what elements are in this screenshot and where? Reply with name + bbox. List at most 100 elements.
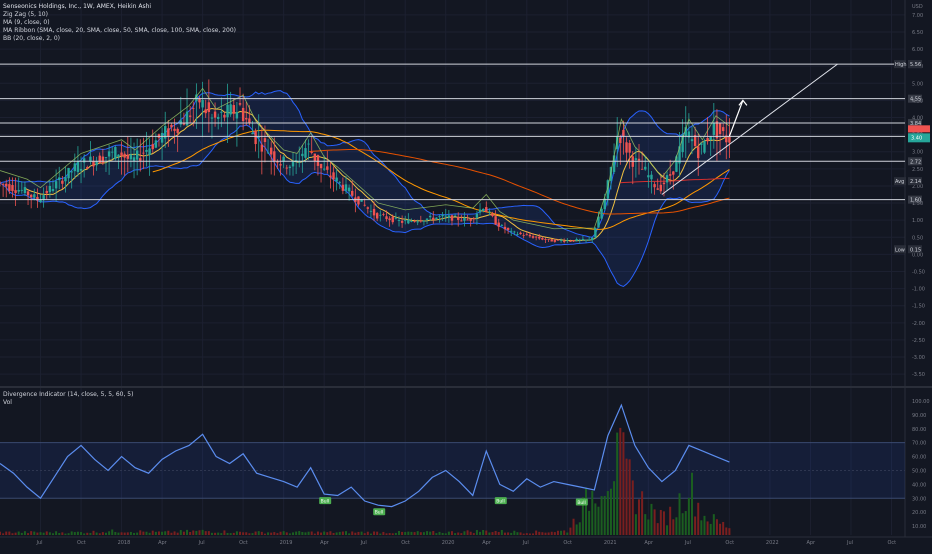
volume-bar-89 [276, 533, 279, 535]
candle-body-225 [700, 143, 703, 145]
volume-bar-42 [129, 531, 132, 535]
indicator-ma-ribbon[interactable]: MA Ribbon (SMA, close, 20, SMA, close, 5… [3, 27, 236, 35]
candle-body-25 [76, 161, 80, 173]
indicator-zigzag[interactable]: Zig Zag (5, 10) [3, 11, 236, 19]
candle-body-36 [111, 151, 114, 153]
price-tick-6: 4.00 [912, 116, 923, 122]
volume-bar-53 [164, 531, 167, 535]
candle-body-73 [226, 104, 229, 118]
candle-body-190 [591, 237, 594, 241]
candle-body-118 [366, 207, 370, 209]
candle-body-35 [107, 151, 111, 157]
volume-bar-144 [447, 531, 450, 535]
candle-body-84 [260, 144, 264, 152]
volume-bar-116 [360, 531, 363, 535]
candle-body-47 [145, 149, 148, 152]
volume-bar-143 [444, 533, 447, 535]
candle-body-138 [428, 215, 432, 218]
candle-body-134 [416, 221, 419, 223]
candle-body-184 [572, 240, 575, 242]
volume-bar-34 [104, 532, 107, 535]
volume-bar-104 [323, 531, 326, 535]
candle-body-169 [525, 234, 528, 236]
volume-bar-230 [715, 519, 718, 535]
volume-bar-138 [429, 531, 432, 535]
candle-body-182 [566, 240, 569, 242]
chart-canvas[interactable]: 5.564.553.843.452.721.607.006.506.005.50… [0, 0, 932, 550]
volume-bar-207 [644, 514, 647, 535]
volume-bar-162 [503, 532, 506, 535]
time-tick-5: Oct [239, 540, 248, 546]
time-tick-16: Jul [684, 540, 691, 546]
volume-bar-167 [519, 532, 522, 535]
osc-tick-3: 70.00 [912, 441, 926, 447]
volume-bar-153 [475, 530, 478, 535]
volume-bar-204 [634, 514, 637, 535]
volume-bar-8 [23, 531, 26, 535]
volume-bar-210 [653, 509, 656, 535]
volume-bar-85 [263, 533, 266, 535]
volume-bar-51 [157, 531, 160, 535]
candle-body-146 [453, 215, 457, 217]
candle-body-206 [640, 168, 644, 170]
oscillator-title[interactable]: Divergence Indicator (14, close, 5, 5, 6… [3, 391, 133, 399]
time-tick-20: Jul [846, 540, 853, 546]
candle-body-69 [213, 111, 217, 118]
candle-body-72 [223, 114, 226, 118]
volume-bar-224 [697, 502, 700, 535]
candle-body-155 [481, 209, 485, 211]
volume-bar-159 [494, 530, 497, 535]
volume-bar-118 [366, 531, 369, 535]
candle-body-207 [644, 166, 647, 170]
volume-bar-33 [101, 532, 104, 535]
candle-body-213 [662, 182, 666, 185]
volume-bar-103 [320, 532, 323, 535]
candle-body-68 [210, 117, 214, 119]
candle-body-58 [179, 120, 182, 125]
avg-badge-label: Avg [895, 179, 904, 185]
volume-bar-6 [17, 531, 20, 535]
candle-body-166 [516, 234, 519, 235]
price-tick-14: 0.00 [912, 252, 923, 258]
candle-body-76 [235, 112, 239, 119]
volume-bar-180 [560, 530, 563, 535]
volume-bar-47 [145, 531, 148, 535]
volume-bar-136 [422, 532, 425, 535]
volume-bar-234 [728, 528, 731, 535]
current-price-label: 3.40 [911, 135, 922, 141]
candle-body-0 [0, 182, 2, 184]
volume-bar-87 [270, 532, 273, 535]
candle-body-214 [665, 175, 669, 183]
volume-label[interactable]: Vol [3, 399, 133, 407]
volume-bar-71 [220, 533, 223, 535]
candle-body-81 [251, 132, 254, 135]
candle-body-106 [329, 175, 332, 178]
volume-bar-14 [42, 532, 45, 535]
candle-body-104 [322, 168, 326, 170]
candle-body-115 [357, 196, 360, 205]
volume-bar-185 [575, 524, 578, 535]
candle-body-37 [114, 147, 117, 160]
candle-body-34 [104, 157, 108, 158]
candle-body-101 [313, 153, 317, 162]
indicator-ma[interactable]: MA (9, close, 0) [3, 19, 236, 27]
candle-body-20 [61, 180, 64, 184]
volume-bar-4 [11, 533, 14, 535]
volume-bar-20 [61, 532, 64, 535]
bull-marker-1: Bull [375, 510, 383, 516]
current-price-red-bg [908, 125, 930, 133]
time-tick-19: Apr [806, 540, 816, 546]
chart-svg[interactable]: 5.564.553.843.452.721.607.006.506.005.50… [0, 0, 932, 550]
candle-body-140 [435, 217, 438, 220]
candle-body-135 [419, 220, 423, 222]
candle-body-7 [20, 189, 24, 191]
volume-bar-66 [204, 531, 207, 535]
volume-bar-10 [30, 531, 33, 535]
volume-bar-52 [161, 531, 164, 535]
indicator-bb[interactable]: BB (20, close, 2, 0) [3, 35, 236, 43]
volume-bar-130 [404, 531, 407, 535]
volume-bar-101 [313, 533, 316, 535]
time-tick-18: 2022 [766, 540, 779, 546]
low-badge-label: Low [895, 247, 905, 253]
volume-bar-18 [55, 531, 58, 535]
